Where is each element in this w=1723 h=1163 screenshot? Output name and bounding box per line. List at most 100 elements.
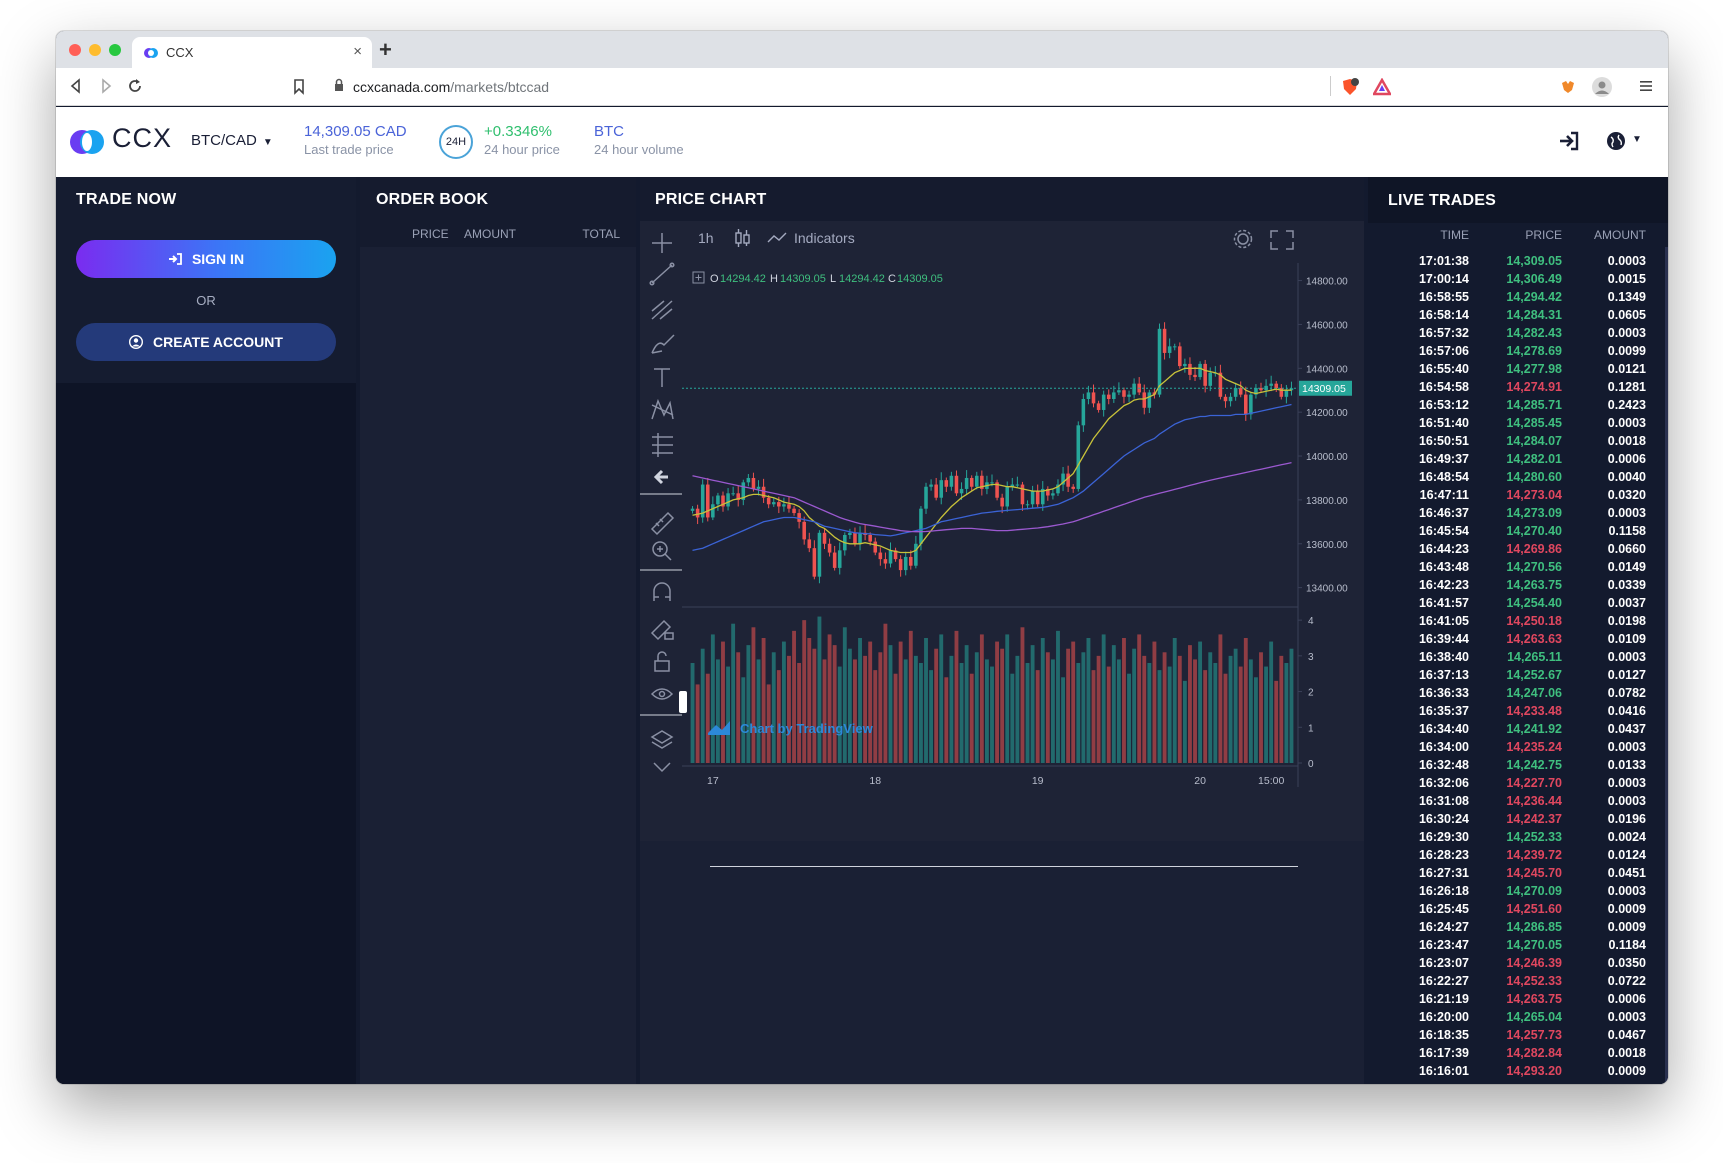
forward-icon[interactable]	[98, 78, 114, 94]
brave-rewards-icon[interactable]	[1373, 78, 1391, 96]
legend-high-label: H	[770, 273, 778, 285]
trade-row: 16:46:37 14,273.09 0.0003	[1368, 506, 1668, 524]
language-globe-icon[interactable]	[1605, 130, 1627, 152]
volume-bar	[776, 670, 781, 763]
volume-bar	[1142, 655, 1147, 763]
bookmark-icon[interactable]	[292, 78, 306, 95]
volume-bar	[1096, 655, 1101, 763]
trade-row: 16:23:07 14,246.39 0.0350	[1368, 956, 1668, 974]
ruler-icon[interactable]	[650, 511, 675, 536]
volume-bar	[1045, 652, 1050, 763]
layers-icon[interactable]	[650, 730, 674, 749]
new-tab-button[interactable]: +	[379, 37, 392, 63]
create-account-button[interactable]: CREATE ACCOUNT	[76, 323, 336, 361]
zoom-in-icon[interactable]	[652, 541, 672, 561]
candle-type-icon[interactable]	[735, 229, 750, 247]
language-caret-icon[interactable]: ▼	[1632, 134, 1642, 145]
trade-row: 16:39:44 14,263.63 0.0109	[1368, 632, 1668, 650]
brush-icon[interactable]	[651, 334, 675, 354]
price-chart-svg[interactable]: 1h Indicators O 14294.42 H 14309.05 L 14…	[640, 221, 1364, 841]
candle-body	[751, 477, 756, 489]
fib-tool-icon[interactable]	[651, 300, 673, 320]
candlesticks	[690, 322, 1294, 584]
chart-settings-icon[interactable]	[1233, 229, 1253, 249]
indicators-icon[interactable]	[767, 232, 787, 243]
live-trades-scrollbar[interactable]	[1665, 247, 1668, 1084]
trade-amount: 0.0127	[1607, 668, 1646, 682]
moving-averages	[692, 367, 1292, 554]
candle-body	[1167, 346, 1172, 353]
candle-body	[1030, 491, 1035, 505]
column-time[interactable]: TIME	[1440, 228, 1469, 242]
volume-bar	[1081, 652, 1086, 763]
crosshair-icon[interactable]	[652, 233, 672, 253]
trend-line-icon[interactable]	[649, 262, 675, 286]
unlock-icon[interactable]	[654, 651, 670, 672]
column-amount[interactable]: AMOUNT	[464, 227, 516, 241]
trade-row: 16:25:45 14,251.60 0.0009	[1368, 902, 1668, 920]
measure-icon[interactable]	[652, 433, 673, 457]
trade-amount: 0.0015	[1607, 272, 1646, 286]
toolbar-collapse-handle[interactable]	[679, 691, 687, 713]
logo-text[interactable]: CCX	[112, 123, 172, 154]
trade-time: 16:37:13	[1418, 668, 1469, 682]
volume-bar	[1248, 659, 1253, 763]
price-axis: 14800.00 14600.00 14400.00 14200.00 14000.00…	[1298, 277, 1348, 595]
trade-time: 16:51:40	[1418, 416, 1469, 430]
volume-bar	[1213, 663, 1218, 763]
trade-price: 14,242.37	[1506, 812, 1562, 826]
browser-tab[interactable]: CCX ×	[132, 37, 372, 68]
trade-price: 14,273.04	[1506, 488, 1562, 502]
maximize-window-button[interactable]	[109, 44, 121, 56]
column-amount[interactable]: AMOUNT	[1594, 228, 1646, 242]
lock-drawings-icon[interactable]	[650, 619, 674, 641]
tab-close-icon[interactable]: ×	[353, 43, 362, 60]
column-price[interactable]: PRICE	[1525, 228, 1562, 242]
trade-amount: 0.0660	[1607, 542, 1646, 556]
candle-body	[924, 486, 928, 509]
volume-bar	[837, 666, 842, 763]
profile-avatar-icon[interactable]	[1591, 76, 1613, 98]
trade-price: 14,233.48	[1506, 704, 1562, 718]
trade-row: 16:32:06 14,227.70 0.0003	[1368, 776, 1668, 794]
volume-bar	[944, 677, 949, 763]
market-selector[interactable]: BTC/CAD ▼	[191, 132, 273, 149]
pattern-icon[interactable]	[651, 398, 674, 420]
back-icon[interactable]	[68, 78, 84, 94]
text-tool-icon[interactable]	[654, 368, 670, 387]
volume-bar	[1254, 677, 1258, 763]
candle-body	[1142, 392, 1147, 408]
volume-bar	[1177, 655, 1182, 763]
candle-body	[1066, 473, 1070, 487]
minimize-window-button[interactable]	[89, 44, 101, 56]
menu-icon[interactable]	[1639, 79, 1653, 93]
trade-time: 16:31:08	[1418, 794, 1469, 808]
reload-icon[interactable]	[127, 78, 143, 94]
extension-icon[interactable]	[1559, 78, 1577, 96]
interval-selector[interactable]: 1h	[698, 230, 714, 246]
time-tick-label: 18	[869, 775, 881, 787]
close-window-button[interactable]	[69, 44, 81, 56]
fullscreen-icon[interactable]	[1270, 230, 1294, 250]
trade-row: 17:00:14 14,306.49 0.0015	[1368, 272, 1668, 290]
indicators-button[interactable]: Indicators	[794, 230, 855, 246]
trade-amount: 0.0099	[1607, 344, 1646, 358]
ccx-logo-icon[interactable]	[70, 129, 106, 155]
legend-toggle-plus	[695, 274, 702, 281]
column-price[interactable]: PRICE	[412, 227, 449, 241]
magnet-icon[interactable]	[653, 582, 671, 601]
trade-price: 14,280.60	[1506, 470, 1562, 484]
volume-bar	[1228, 655, 1233, 763]
login-icon[interactable]	[1558, 130, 1580, 152]
sign-in-button[interactable]: SIGN IN	[76, 240, 336, 278]
address-bar[interactable]: ccxcanada.com/markets/btccad	[321, 73, 1406, 101]
volume-bar	[1111, 645, 1116, 763]
trade-time: 16:22:27	[1418, 974, 1469, 988]
trade-price: 14,278.69	[1506, 344, 1562, 358]
column-total[interactable]: TOTAL	[582, 227, 620, 241]
back-arrow-icon[interactable]	[653, 469, 668, 485]
volume-bars	[690, 616, 1294, 763]
brave-shield-icon[interactable]	[1341, 78, 1359, 96]
expand-toolbar-icon[interactable]	[653, 762, 671, 773]
eye-icon[interactable]	[650, 688, 674, 700]
